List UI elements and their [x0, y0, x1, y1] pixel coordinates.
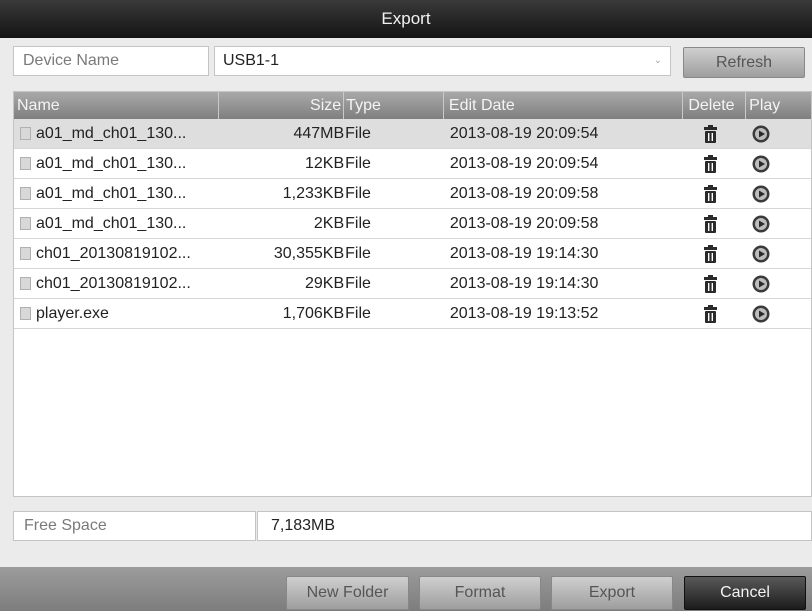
file-name: ch01_20130819102...: [36, 274, 191, 292]
header-edit-date[interactable]: Edit Date: [444, 92, 684, 119]
file-type: File: [345, 214, 371, 232]
chevron-down-icon: ⌄: [653, 55, 662, 66]
table-row[interactable]: player.exe 1,706KB File 2013-08-19 19:13:52: [14, 299, 811, 329]
file-icon: [20, 247, 31, 260]
play-icon[interactable]: [746, 299, 811, 328]
header-play: Play: [749, 96, 781, 114]
header-type[interactable]: Type: [344, 92, 444, 119]
new-folder-button[interactable]: New Folder: [286, 576, 409, 610]
file-icon: [20, 127, 31, 140]
file-size: 12KB: [305, 154, 345, 172]
file-edit-date: 2013-08-19 19:14:30: [449, 274, 599, 292]
play-icon[interactable]: [746, 149, 811, 178]
table-row[interactable]: a01_md_ch01_130... 447MB File 2013-08-19 20…: [14, 119, 811, 149]
file-name-cell: a01_md_ch01_130...: [14, 209, 219, 238]
file-icon: [20, 217, 31, 230]
trash-icon[interactable]: [683, 299, 746, 328]
file-name: a01_md_ch01_130...: [36, 214, 187, 232]
file-edit-date: 2013-08-19 19:14:30: [449, 244, 599, 262]
device-name-label: Device Name: [13, 46, 209, 76]
file-type: File: [345, 244, 371, 262]
file-edit-date: 2013-08-19 20:09:58: [449, 214, 599, 232]
file-edit-date: 2013-08-19 20:09:54: [449, 124, 599, 142]
file-size: 447MB: [293, 124, 345, 142]
device-select[interactable]: USB1-1 ⌄: [214, 46, 671, 76]
file-edit-date: 2013-08-19 19:13:52: [449, 304, 599, 322]
file-type: File: [345, 274, 371, 292]
trash-icon[interactable]: [683, 209, 746, 238]
header-name[interactable]: Name: [14, 92, 220, 119]
file-type: File: [345, 184, 371, 202]
table-header: Name Size Type Edit Date Delete Play: [14, 92, 811, 119]
trash-icon[interactable]: [683, 239, 746, 268]
file-name-cell: a01_md_ch01_130...: [14, 149, 219, 178]
table-body: a01_md_ch01_130... 447MB File 2013-08-19 20…: [14, 119, 811, 329]
table-row[interactable]: a01_md_ch01_130... 2KB File 2013-08-19 20:0…: [14, 209, 811, 239]
dialog-title: Export: [0, 0, 812, 38]
play-icon[interactable]: [746, 239, 811, 268]
export-dialog: Export Device Name USB1-1 ⌄ Refresh Name…: [0, 0, 812, 611]
file-icon: [20, 307, 31, 320]
file-name-cell: a01_md_ch01_130...: [14, 119, 219, 148]
file-type: File: [345, 154, 371, 172]
file-size: 2KB: [313, 214, 345, 232]
header-delete: Delete: [683, 92, 747, 119]
play-icon[interactable]: [746, 269, 811, 298]
device-row: Device Name USB1-1 ⌄: [13, 46, 671, 76]
format-button[interactable]: Format: [419, 576, 541, 610]
file-type: File: [345, 124, 371, 142]
file-name-cell: ch01_20130819102...: [14, 239, 219, 268]
file-size: 29KB: [305, 274, 345, 292]
table-row[interactable]: a01_md_ch01_130... 1,233KB File 2013-08-19 …: [14, 179, 811, 209]
table-row[interactable]: ch01_20130819102... 30,355KB File 2013-08-1…: [14, 239, 811, 269]
device-select-value: USB1-1: [223, 52, 280, 69]
file-name-cell: player.exe: [14, 299, 219, 328]
file-name: a01_md_ch01_130...: [36, 184, 187, 202]
file-name: player.exe: [36, 304, 109, 322]
file-name-cell: a01_md_ch01_130...: [14, 179, 219, 208]
cancel-button[interactable]: Cancel: [684, 576, 806, 610]
free-space-value: 7,183MB: [257, 511, 812, 541]
play-icon[interactable]: [746, 119, 811, 148]
export-button[interactable]: Export: [551, 576, 673, 610]
file-name: ch01_20130819102...: [36, 244, 191, 262]
file-edit-date: 2013-08-19 20:09:58: [449, 184, 599, 202]
trash-icon[interactable]: [683, 179, 746, 208]
file-name: a01_md_ch01_130...: [36, 124, 187, 142]
trash-icon[interactable]: [683, 119, 746, 148]
file-edit-date: 2013-08-19 20:09:54: [449, 154, 599, 172]
free-space-label: Free Space: [13, 511, 256, 541]
trash-icon[interactable]: [683, 269, 746, 298]
file-type: File: [345, 304, 371, 322]
refresh-button[interactable]: Refresh: [683, 47, 805, 78]
header-size[interactable]: Size: [219, 92, 345, 119]
file-icon: [20, 277, 31, 290]
file-table: Name Size Type Edit Date Delete Play a01…: [13, 91, 812, 497]
play-icon[interactable]: [746, 179, 811, 208]
file-size: 30,355KB: [273, 244, 345, 262]
table-row[interactable]: a01_md_ch01_130... 12KB File 2013-08-19 20:…: [14, 149, 811, 179]
file-name-cell: ch01_20130819102...: [14, 269, 219, 298]
file-size: 1,706KB: [282, 304, 345, 322]
file-icon: [20, 187, 31, 200]
play-icon[interactable]: [746, 209, 811, 238]
table-row[interactable]: ch01_20130819102... 29KB File 2013-08-19 19…: [14, 269, 811, 299]
free-space-row: Free Space 7,183MB: [13, 511, 812, 541]
file-name: a01_md_ch01_130...: [36, 154, 187, 172]
file-icon: [20, 157, 31, 170]
trash-icon[interactable]: [683, 149, 746, 178]
file-size: 1,233KB: [282, 184, 345, 202]
